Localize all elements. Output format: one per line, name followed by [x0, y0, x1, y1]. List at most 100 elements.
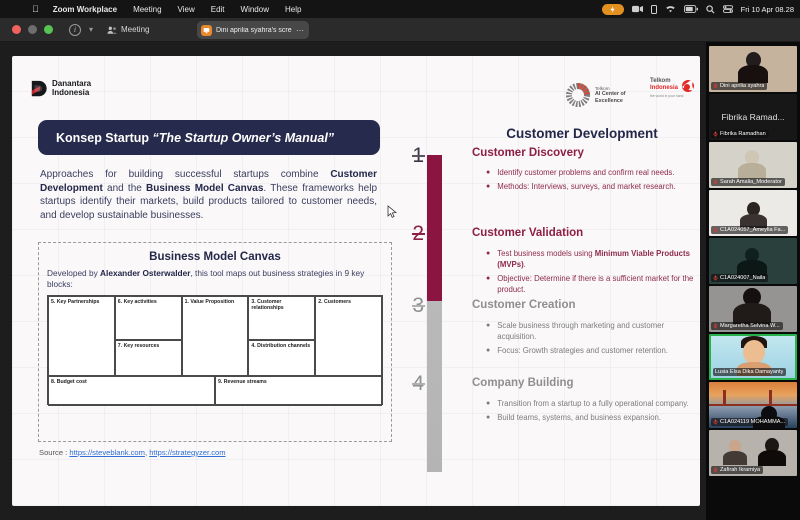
- macos-menubar:  Zoom Workplace Meeting View Edit Windo…: [0, 0, 800, 18]
- participant-tile-mohamma[interactable]: C1A024119 MOHAMMA...: [709, 382, 797, 428]
- bmc-cell-revenue-streams: 9. Revenue streams: [215, 376, 382, 406]
- telkom-indonesia-logo: Telkom Indonesia the world in your hand: [650, 78, 700, 98]
- bmc-cell-key-partnerships: 5. Key Partnerships: [48, 296, 115, 376]
- ai-center-of-excellence-logo: Telkom AI Center of Excellence: [565, 82, 626, 108]
- telkom-line2: Indonesia: [650, 85, 678, 91]
- tab-shared-screen[interactable]: Dini aprilia syahra's screen ⋯: [197, 21, 309, 39]
- timeline-tick-3: [412, 305, 425, 307]
- bullet-item: ●Test business models using Minimum Viab…: [486, 249, 694, 271]
- presentation-slide: Danantara Indonesia Telkom AI Center of …: [12, 56, 700, 506]
- bullet-item: ●Identify customer problems and confirm …: [486, 168, 694, 179]
- shared-screen-stage: Danantara Indonesia Telkom AI Center of …: [0, 42, 706, 520]
- apple-menu-icon[interactable]: : [32, 4, 39, 14]
- bmc-title: Business Model Canvas: [47, 251, 383, 263]
- coe-line2: Excellence: [595, 98, 623, 104]
- control-center-icon[interactable]: [723, 5, 733, 13]
- bmc-cell-budget-cost: 8. Budget cost: [48, 376, 215, 406]
- participant-tile-dini[interactable]: Dini aprilia syahra: [709, 46, 797, 92]
- participant-tile-ameylia[interactable]: C1A024057_Ameylia Fa...: [709, 190, 797, 236]
- meeting-info-icon[interactable]: i: [69, 24, 81, 36]
- source-link-strategyzer[interactable]: https://strategyzer.com: [149, 448, 225, 457]
- brand-line2: Indonesia: [52, 89, 91, 98]
- window-controls: [12, 25, 53, 34]
- participant-name: Lusia Elsa Dika Damayanty: [715, 369, 783, 375]
- danantara-logo: Danantara Indonesia: [30, 80, 91, 98]
- menu-view[interactable]: View: [178, 5, 195, 14]
- participant-tile-sarah[interactable]: Sarah Amalia_Moderator: [709, 142, 797, 188]
- participant-name: C1A024119 MOHAMMA...: [720, 419, 785, 425]
- tab-meeting-label: Meeting: [121, 25, 149, 34]
- chevron-down-icon[interactable]: ▾: [89, 25, 93, 34]
- muted-mic-icon: [713, 227, 718, 233]
- section-customer-creation-title: Customer Creation: [472, 299, 576, 311]
- muted-mic-icon: [713, 467, 718, 473]
- wifi-icon[interactable]: [665, 5, 676, 13]
- muted-mic-icon: [713, 131, 718, 137]
- telkom-tagline: the world in your hand: [650, 94, 700, 98]
- bullet-item: ●Objective: Determine if there is a suff…: [486, 274, 694, 296]
- tab-meeting[interactable]: Meeting: [107, 25, 149, 34]
- section-customer-discovery-bullets: ●Identify customer problems and confirm …: [486, 168, 694, 196]
- participant-tile-naila[interactable]: C1A024007_Naila: [709, 238, 797, 284]
- zoom-meeting-window:  Zoom Workplace Meeting View Edit Windo…: [0, 0, 800, 520]
- participant-tile-zafirah[interactable]: Zafirah Ikramiya: [709, 430, 797, 476]
- bullet-item: ●Transition from a startup to a fully op…: [486, 399, 694, 410]
- slide-title-banner: Konsep Startup “The Startup Owner’s Manu…: [38, 120, 380, 155]
- participant-tile-margaretha[interactable]: Margaretha Selvina W...: [709, 286, 797, 332]
- participant-name: Margaretha Selvina W...: [720, 323, 780, 329]
- section-customer-validation-bullets: ●Test business models using Minimum Viab…: [486, 249, 694, 299]
- participants-icon: [107, 26, 117, 34]
- bmc-cell-key-resources: 7. Key resources: [115, 340, 182, 376]
- participant-tile-fibrika[interactable]: Fibrika Ramad... Fibrika Ramadhan: [709, 94, 797, 140]
- muted-mic-icon: [713, 419, 718, 425]
- bullet-item: ●Focus: Growth strategies and customer r…: [486, 346, 694, 357]
- battery-status-pill[interactable]: [602, 4, 624, 15]
- participant-name: Dini aprilia syahra: [720, 83, 764, 89]
- section-company-building-title: Company Building: [472, 377, 574, 389]
- section-customer-discovery-title: Customer Discovery: [472, 147, 584, 159]
- menu-meeting[interactable]: Meeting: [133, 5, 161, 14]
- spotlight-search-icon[interactable]: [706, 5, 715, 14]
- display-menubar-icon[interactable]: [651, 5, 657, 14]
- muted-mic-icon: [713, 179, 718, 185]
- bullet-item: ●Build teams, systems, and business expa…: [486, 413, 694, 424]
- muted-mic-icon: [713, 323, 718, 329]
- bmc-grid: 5. Key Partnerships 6. Key activities 1.…: [47, 295, 383, 405]
- menu-edit[interactable]: Edit: [211, 5, 225, 14]
- minimize-window-button[interactable]: [28, 25, 37, 34]
- menubar-clock[interactable]: Fri 10 Apr 08.28: [741, 5, 794, 14]
- participant-name: Fibrika Ramadhan: [720, 131, 766, 137]
- source-link-steveblank[interactable]: https://steveblank.com: [69, 448, 145, 457]
- muted-mic-icon: [713, 83, 718, 89]
- telkom-line1: Telkom: [650, 78, 671, 84]
- section-customer-creation-bullets: ●Scale business through marketing and cu…: [486, 321, 694, 360]
- section-company-building-bullets: ●Transition from a startup to a fully op…: [486, 399, 694, 427]
- intro-paragraph: Approaches for building successful start…: [40, 168, 377, 223]
- timeline-tick-2: [412, 233, 425, 235]
- menu-window[interactable]: Window: [241, 5, 269, 14]
- menubar-app-name[interactable]: Zoom Workplace: [53, 5, 117, 14]
- bolt-icon: [609, 6, 616, 13]
- zoom-window-toolbar: i ▾ Meeting Dini aprilia syahra's screen…: [0, 18, 800, 42]
- camera-menubar-icon[interactable]: [632, 5, 643, 13]
- slide-title: Konsep Startup: [56, 131, 153, 145]
- timeline-bar: [427, 155, 442, 472]
- customer-development-title: Customer Development: [462, 126, 700, 141]
- participant-name: C1A024007_Naila: [720, 275, 765, 281]
- timeline-tick-4: [412, 383, 425, 385]
- bmc-cell-key-activities: 6. Key activities: [115, 296, 182, 340]
- participant-tile-lusia-active-speaker[interactable]: Lusia Elsa Dika Damayanty: [709, 334, 797, 380]
- timeline-tick-1: [412, 155, 425, 157]
- participant-name: Sarah Amalia_Moderator: [720, 179, 782, 185]
- close-window-button[interactable]: [12, 25, 21, 34]
- slide-title-italic: “The Startup Owner’s Manual”: [153, 131, 335, 145]
- telkom-logo-icon: [680, 78, 696, 93]
- coe-line1: AI Center of: [595, 91, 626, 97]
- muted-mic-icon: [713, 275, 718, 281]
- section-customer-validation-title: Customer Validation: [472, 227, 583, 239]
- battery-icon[interactable]: [684, 5, 698, 13]
- tab-options-icon[interactable]: ⋯: [296, 26, 305, 35]
- menu-help[interactable]: Help: [285, 5, 301, 14]
- fullscreen-window-button[interactable]: [44, 25, 53, 34]
- bullet-item: ●Methods: Interviews, surveys, and marke…: [486, 182, 694, 193]
